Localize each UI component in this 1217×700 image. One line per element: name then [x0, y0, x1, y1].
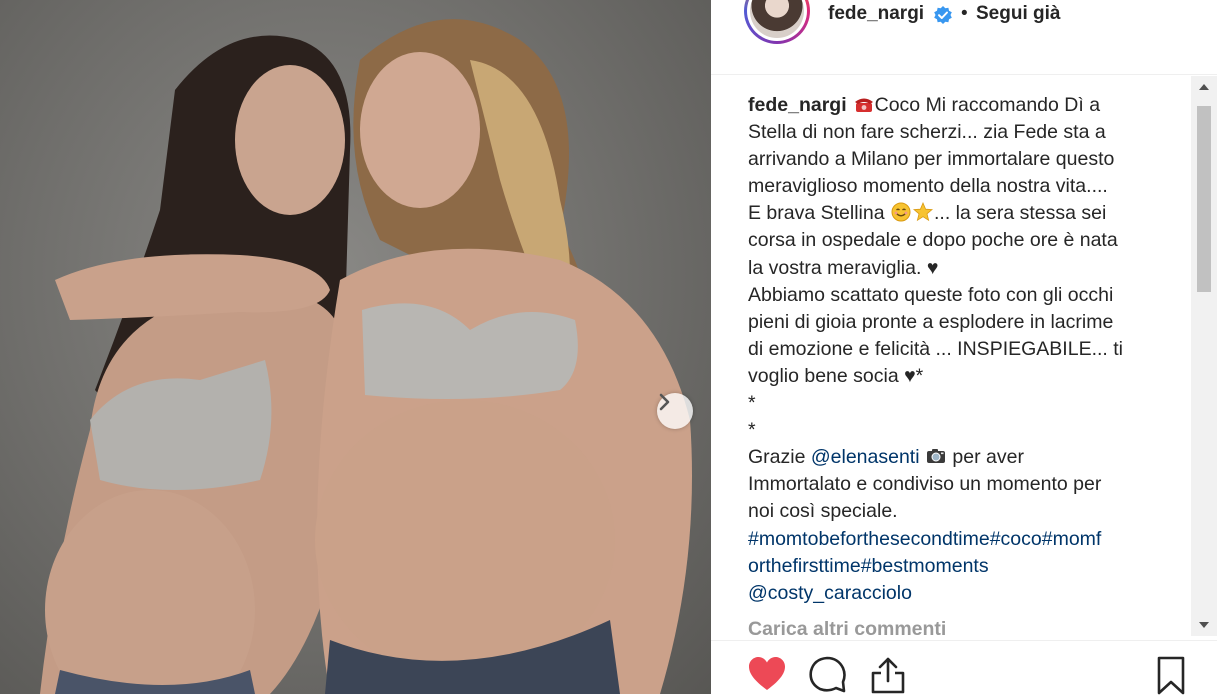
avatar-frame [747, 0, 807, 41]
comment-icon [809, 656, 846, 693]
post-header: fede_nargi • Segui già [711, 0, 1217, 75]
heart-icon [749, 657, 785, 690]
caption-line: Grazie @elenasenti per aver [748, 444, 1188, 471]
comments-scrollbar[interactable] [1191, 76, 1217, 636]
scroll-up-button[interactable] [1191, 76, 1217, 98]
avatar[interactable] [744, 0, 810, 44]
camera-icon [926, 449, 945, 464]
header-username[interactable]: fede_nargi [828, 3, 924, 25]
caption-line: voglio bene socia ♥* [748, 364, 924, 387]
caption-line: pieni di gioia pronte a esplodere in lac… [748, 310, 1114, 333]
caption-line: corsa in ospedale e dopo poche ore è nat… [748, 229, 1118, 252]
caption-line: di emozione e felicità ... INSPIEGABILE.… [748, 337, 1123, 360]
post-photo [0, 0, 711, 694]
hashtag-link[interactable]: orthefirsttime#bestmoments [748, 553, 1188, 580]
chevron-right-icon [659, 393, 670, 411]
caption-line: Abbiamo scattato queste foto con gli occ… [748, 283, 1114, 306]
scroll-up-arrow-icon [1199, 84, 1209, 90]
caption-line: Stella di non fare scherzi... zia Fede s… [748, 121, 1106, 144]
header-separator: • [961, 3, 968, 24]
comments-list: fede_nargi Coco Mi raccomando Dì a Stella… [748, 92, 1188, 650]
share-button[interactable] [868, 655, 908, 695]
caption-text: E brava Stellina [748, 202, 885, 225]
caption-line: Immortalato e condiviso un momento per [748, 473, 1102, 496]
telephone-icon [854, 98, 873, 112]
caption-line: * [748, 419, 756, 442]
like-button[interactable] [747, 655, 787, 695]
mention-link[interactable]: @elenasenti [811, 446, 920, 468]
caption-line: meraviglioso momento della nostra vita..… [748, 175, 1108, 198]
smiling-face-icon [891, 202, 911, 222]
caption-text: Coco Mi raccomando Dì a [874, 94, 1101, 116]
scroll-down-arrow-icon [1199, 622, 1209, 628]
caption-line: noi così speciale. [748, 500, 898, 523]
verified-badge-icon [934, 6, 952, 24]
caption-line: arrivando a Milano per immortalare quest… [748, 148, 1115, 171]
post-side-panel: fede_nargi • Segui già fede_nargi Coco Mi… [711, 0, 1217, 695]
caption-text: per aver [952, 446, 1024, 469]
bookmark-icon [1157, 656, 1185, 695]
comment-button[interactable] [808, 655, 848, 695]
caption-line: la vostra meraviglia. ♥ [748, 256, 939, 279]
caption-text: Grazie [748, 446, 806, 469]
mention-link[interactable]: @costy_caracciolo [748, 580, 1188, 607]
scrollbar-thumb[interactable] [1197, 106, 1211, 292]
hashtag-link[interactable]: #momtobeforthesecondtime#coco#momf [748, 526, 1188, 553]
post-actions-bar [711, 640, 1217, 695]
star-icon [913, 202, 933, 222]
caption-line: E brava Stellina ... la sera stessa sei [748, 200, 1188, 227]
follow-button[interactable]: Segui già [976, 3, 1060, 25]
share-icon [871, 657, 905, 694]
load-more-comments-button[interactable]: Carica altri commenti [748, 618, 946, 641]
scroll-down-button[interactable] [1191, 614, 1217, 636]
carousel-next-button[interactable] [657, 393, 693, 429]
photo-illustration [40, 19, 692, 694]
caption-line: fede_nargi Coco Mi raccomando Dì a [748, 92, 1188, 119]
save-button[interactable] [1153, 655, 1193, 695]
avatar-image [750, 0, 804, 38]
caption-line: * [748, 392, 756, 415]
caption-text: ... la sera stessa sei [934, 202, 1107, 225]
caption-username[interactable]: fede_nargi [748, 94, 847, 116]
